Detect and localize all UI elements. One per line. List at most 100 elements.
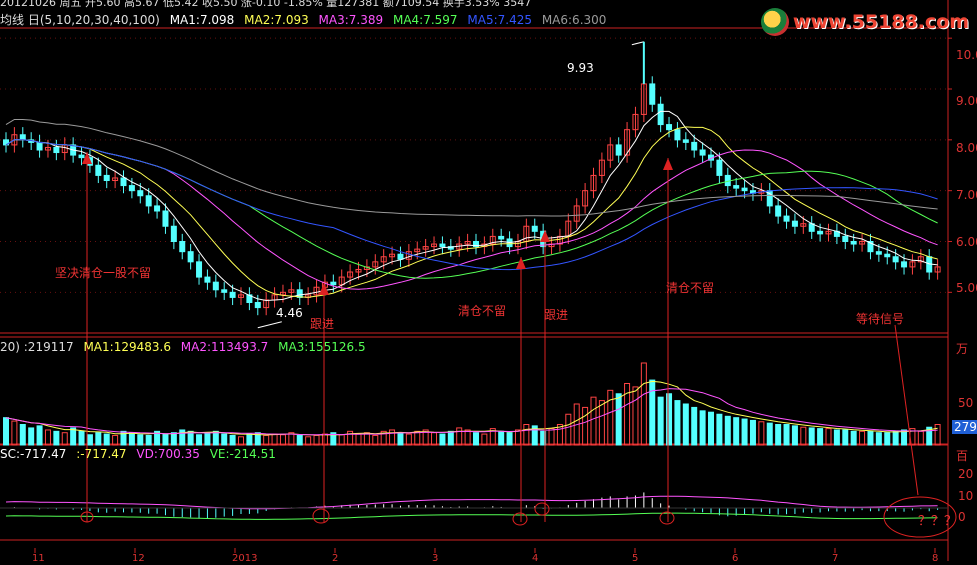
candle-body <box>120 177 127 187</box>
volume-bar <box>884 432 891 446</box>
annotation-arrowhead <box>516 257 526 269</box>
volume-bar <box>53 430 60 446</box>
price-tick-6: 6.00 <box>956 235 977 249</box>
volume-bar <box>279 434 286 446</box>
volume-bar <box>724 415 731 446</box>
volume-bar <box>791 425 798 446</box>
volume-bar <box>128 432 135 446</box>
candle-body <box>53 146 60 154</box>
osc-ve-value: VE:-214.51 <box>209 447 276 461</box>
price-tick-10: 10.0 <box>956 48 977 62</box>
volume-bar <box>817 428 824 446</box>
volume-bar <box>775 424 782 446</box>
volume-bar <box>758 421 765 446</box>
volume-bar <box>212 430 219 446</box>
volume-bar <box>506 432 513 446</box>
osc-signal-line <box>5 495 938 510</box>
candle-body <box>221 289 228 293</box>
candle-body <box>137 190 144 197</box>
volume-header: 20) :219117 MA1:129483.6 MA2:113493.7 MA… <box>0 340 372 354</box>
volume-bar <box>749 419 756 446</box>
candle-body <box>170 225 177 242</box>
x-axis-label: 12 <box>132 553 145 561</box>
volume-bar <box>19 424 26 446</box>
candle-body <box>892 256 899 263</box>
volume-bar <box>708 411 714 446</box>
ma1-value: MA1:7.098 <box>169 13 235 27</box>
volume-bar <box>523 424 530 446</box>
volume-bar <box>875 432 882 446</box>
volume-bar <box>674 400 681 446</box>
osc-tick-0: 0 <box>958 510 966 524</box>
annotation-arrowhead <box>663 158 673 170</box>
x-axis-label: 2013 <box>232 553 257 561</box>
volume-bar <box>44 429 51 446</box>
price-pane-frame <box>0 27 949 334</box>
ma5-value: MA5:7.425 <box>467 13 532 27</box>
candle-body <box>95 164 102 176</box>
volume-bar <box>481 433 488 446</box>
osc-sc-value: SC:-717.47 <box>0 447 67 461</box>
candle-body <box>842 235 849 243</box>
volume-bar <box>842 429 849 446</box>
volume-ma1-value: MA1:129483.6 <box>83 340 171 354</box>
volume-bar <box>649 379 656 446</box>
volume-bar <box>657 396 664 446</box>
volume-header-prefix: 20) :219117 <box>0 340 74 354</box>
candle-body <box>254 302 261 309</box>
ma6-value: MA6:6.300 <box>541 13 607 27</box>
candle-body <box>674 129 681 141</box>
volume-bar <box>548 428 555 446</box>
candle-body <box>212 281 219 291</box>
volume-bar <box>615 393 622 446</box>
x-axis-label: 3 <box>432 553 438 561</box>
osc-unit: 百 <box>956 449 969 463</box>
volume-bar <box>405 433 412 446</box>
volume-bar <box>78 430 85 446</box>
volume-bar <box>464 429 471 446</box>
candle-body <box>36 141 43 151</box>
volume-bar <box>28 427 35 446</box>
annotation-clear-2: 清仓不留 <box>666 281 715 295</box>
volume-bar <box>3 417 9 446</box>
price-tick-7: 7.00 <box>956 188 977 202</box>
candle-body <box>884 253 891 258</box>
volume-bar <box>221 433 228 446</box>
volume-bar <box>859 430 866 446</box>
osc-trend-line <box>5 512 938 520</box>
volume-bar <box>439 433 446 446</box>
volume-bar <box>582 406 589 446</box>
candle-body <box>791 220 798 227</box>
volume-bar <box>741 418 748 446</box>
volume-bar <box>901 429 908 446</box>
candle-body <box>775 205 782 217</box>
high-marker-line <box>631 41 644 46</box>
volume-bar <box>640 362 647 446</box>
candle-body <box>666 124 673 131</box>
ma4-line <box>5 139 938 279</box>
volume-bar <box>162 433 169 446</box>
ma2-value: MA2:7.093 <box>244 13 309 27</box>
site-logo[interactable]: www.55188.com <box>760 8 969 36</box>
candle-body <box>498 235 505 240</box>
volume-bar <box>917 430 924 446</box>
volume-bar <box>682 403 689 446</box>
volume-current-badge: 2798 <box>952 420 977 434</box>
candle-body <box>615 144 622 156</box>
candle-body <box>154 205 161 212</box>
volume-bar <box>498 430 505 446</box>
volume-bar <box>296 434 303 446</box>
volume-bar <box>833 429 840 446</box>
volume-bar <box>11 420 18 446</box>
volume-bar <box>70 427 77 446</box>
candle-body <box>78 154 85 159</box>
candle-body <box>162 210 169 227</box>
volume-bar <box>514 429 521 446</box>
volume-bar <box>867 430 874 446</box>
candle-body <box>204 276 211 283</box>
volume-bar <box>934 424 941 446</box>
volume-bar <box>414 430 421 446</box>
osc-vd-value: VD:700.35 <box>136 447 200 461</box>
candle-body <box>817 230 824 235</box>
signal-circle <box>659 511 675 525</box>
